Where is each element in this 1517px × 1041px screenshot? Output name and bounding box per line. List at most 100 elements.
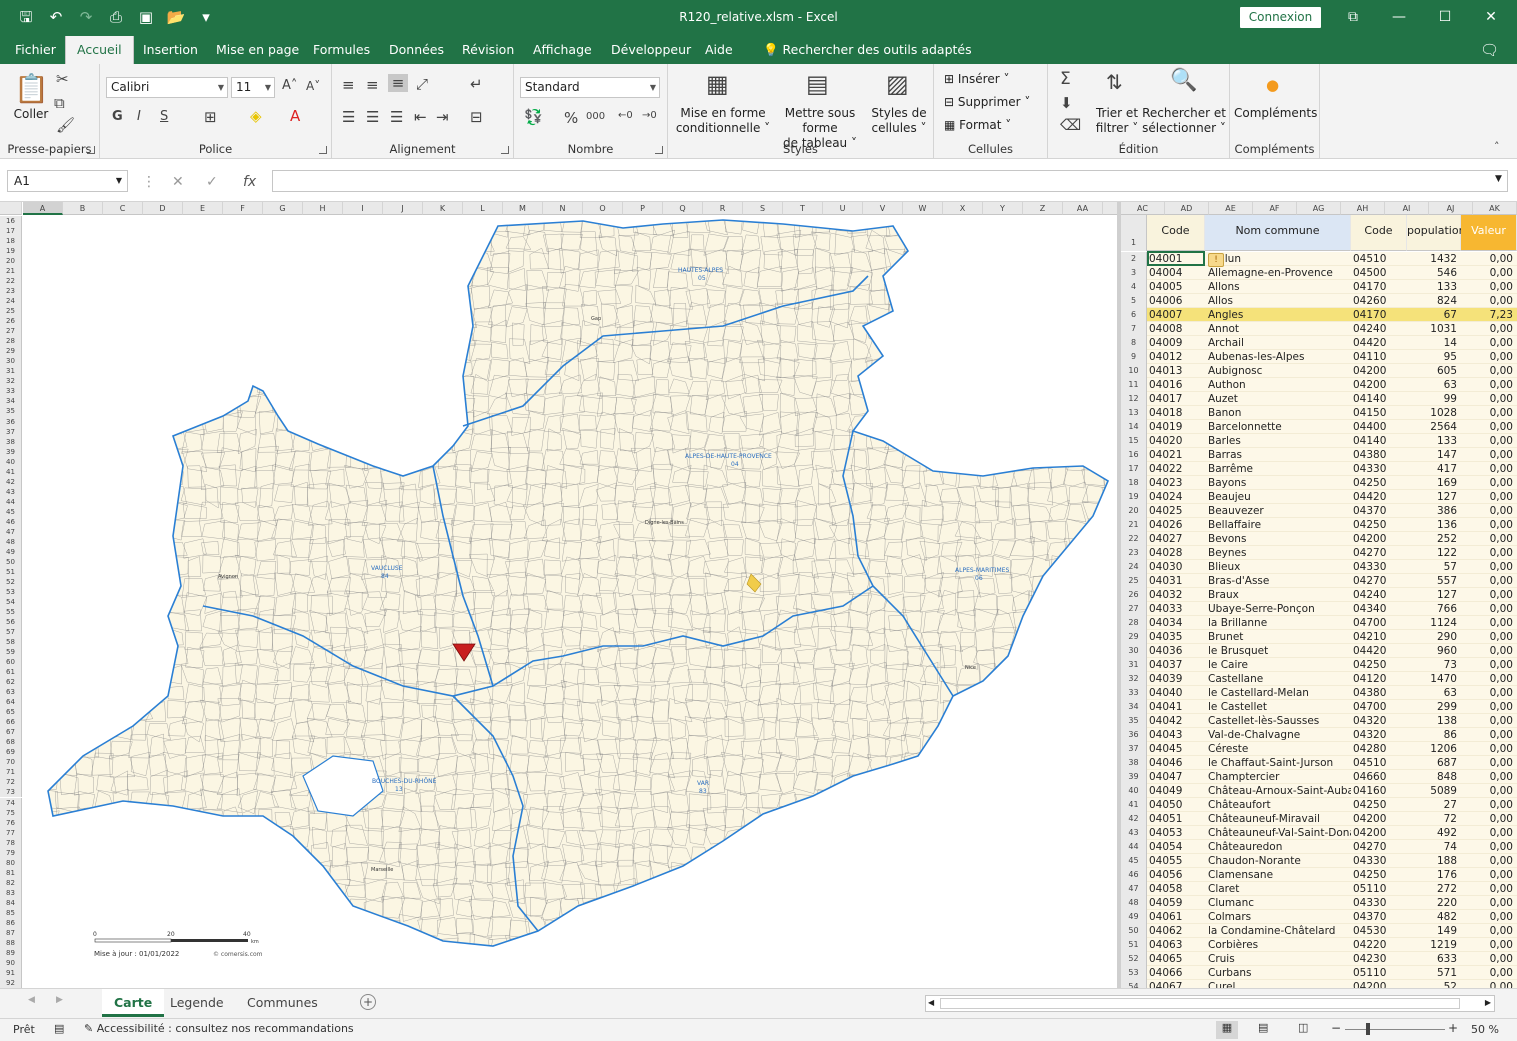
row-number[interactable]: 8 xyxy=(1121,336,1147,350)
print-preview-icon[interactable]: ⎙ xyxy=(104,6,128,28)
cell-code-insee[interactable]: 04055 xyxy=(1149,854,1203,868)
cell-nom-commune[interactable]: Bevons xyxy=(1208,532,1351,546)
table-row[interactable]: 04028 Beynes 04270 122 0,00 xyxy=(1147,546,1517,560)
row-number[interactable]: 37 xyxy=(1121,742,1147,756)
scroll-thumb[interactable] xyxy=(940,998,1460,1009)
align-middle-icon[interactable]: ≡ xyxy=(366,76,379,94)
cell-valeur[interactable]: 0,00 xyxy=(1463,770,1513,784)
scroll-left-icon[interactable]: ◀ xyxy=(928,998,934,1007)
column-header[interactable]: X xyxy=(943,202,983,215)
cell-code-postal[interactable]: 04700 xyxy=(1353,616,1405,630)
cell-code-insee[interactable]: 04023 xyxy=(1149,476,1203,490)
map-chart[interactable]: HAUTES-ALPES 05 ALPES-DE-HAUTE-PROVENCE … xyxy=(23,216,1115,988)
table-row[interactable]: 04022 Barrême 04330 417 0,00 xyxy=(1147,462,1517,476)
row-number[interactable]: 54 xyxy=(1121,980,1147,988)
row-header[interactable]: 22 xyxy=(0,276,22,287)
row-header[interactable]: 46 xyxy=(0,516,22,527)
row-header[interactable]: 66 xyxy=(0,717,22,728)
cell-valeur[interactable]: 0,00 xyxy=(1463,826,1513,840)
row-header[interactable]: 55 xyxy=(0,607,22,618)
header-valeur[interactable]: Valeur xyxy=(1461,215,1517,251)
conditional-format-icon[interactable]: ▦ xyxy=(706,70,729,98)
cell-nom-commune[interactable]: Annot xyxy=(1208,322,1351,336)
row-number[interactable]: 34 xyxy=(1121,700,1147,714)
cell-population[interactable]: 482 xyxy=(1409,910,1457,924)
cell-population[interactable]: 133 xyxy=(1409,280,1457,294)
cell-valeur[interactable]: 0,00 xyxy=(1463,504,1513,518)
cell-code-postal[interactable]: 04200 xyxy=(1353,812,1405,826)
cell-code-postal[interactable]: 04120 xyxy=(1353,672,1405,686)
cell-valeur[interactable]: 0,00 xyxy=(1463,280,1513,294)
cell-code-insee[interactable]: 04008 xyxy=(1149,322,1203,336)
insert-button[interactable]: ⊞ Insérer ˅ xyxy=(944,72,1009,87)
row-number[interactable]: 17 xyxy=(1121,462,1147,476)
cell-code-postal[interactable]: 04140 xyxy=(1353,392,1405,406)
cell-population[interactable]: 74 xyxy=(1409,840,1457,854)
table-row[interactable]: 04013 Aubignosc 04200 605 0,00 xyxy=(1147,364,1517,378)
column-header[interactable]: Q xyxy=(663,202,703,215)
cell-population[interactable]: 299 xyxy=(1409,700,1457,714)
enter-icon[interactable]: ✓ xyxy=(206,174,218,190)
cell-population[interactable]: 824 xyxy=(1409,294,1457,308)
cell-code-insee[interactable]: 04035 xyxy=(1149,630,1203,644)
row-header[interactable]: 34 xyxy=(0,396,22,407)
cell-code-insee[interactable]: 04009 xyxy=(1149,336,1203,350)
row-header[interactable]: 27 xyxy=(0,326,22,337)
sort-filter-button[interactable]: Trier et filtrer ˅ xyxy=(1094,106,1140,136)
cell-code-postal[interactable]: 04700 xyxy=(1353,700,1405,714)
font-size-combo[interactable]: 11 ▼ xyxy=(231,77,275,98)
column-header[interactable]: J xyxy=(383,202,423,215)
table-row[interactable]: 04054 Châteauredon 04270 74 0,00 xyxy=(1147,840,1517,854)
row-header[interactable]: 91 xyxy=(0,967,22,978)
row-number[interactable]: 46 xyxy=(1121,868,1147,882)
column-header[interactable]: H xyxy=(303,202,343,215)
cell-population[interactable]: 220 xyxy=(1409,896,1457,910)
cell-code-insee[interactable]: 04017 xyxy=(1149,392,1203,406)
row-number[interactable]: 3 xyxy=(1121,266,1147,280)
cell-valeur[interactable]: 0,00 xyxy=(1463,378,1513,392)
cell-code-postal[interactable]: 04270 xyxy=(1353,840,1405,854)
cancel-icon[interactable]: ✕ xyxy=(172,174,184,190)
paste-icon[interactable]: 📋 xyxy=(14,72,49,105)
cell-code-insee[interactable]: 04042 xyxy=(1149,714,1203,728)
cell-code-postal[interactable]: 04220 xyxy=(1353,938,1405,952)
cell-nom-commune[interactable]: Barras xyxy=(1208,448,1351,462)
table-row[interactable]: 04031 Bras-d'Asse 04270 557 0,00 xyxy=(1147,574,1517,588)
cell-population[interactable]: 1470 xyxy=(1409,672,1457,686)
header-code-postal[interactable]: Code postal xyxy=(1351,215,1407,269)
cell-nom-commune[interactable]: Aubignosc xyxy=(1208,364,1351,378)
italic-button[interactable]: I xyxy=(137,109,141,124)
cell-styles-button[interactable]: Styles de cellules ˅ xyxy=(868,106,930,136)
select-all-corner[interactable] xyxy=(0,202,22,215)
addins-icon[interactable]: ● xyxy=(1266,76,1279,94)
row-header[interactable]: 60 xyxy=(0,657,22,668)
cell-valeur[interactable]: 0,00 xyxy=(1463,924,1513,938)
table-row[interactable]: 04043 Val-de-Chalvagne 04320 86 0,00 xyxy=(1147,728,1517,742)
cell-valeur[interactable]: 0,00 xyxy=(1463,420,1513,434)
table-row[interactable]: 04053 Châteauneuf-Val-Saint-Donat 04200 492… xyxy=(1147,826,1517,840)
search-icon[interactable]: 🔍 xyxy=(1170,68,1197,93)
underline-button[interactable]: S xyxy=(160,109,168,124)
cell-population[interactable]: 960 xyxy=(1409,644,1457,658)
row-header[interactable]: 20 xyxy=(0,256,22,267)
cell-nom-commune[interactable]: Aubenas-les-Alpes xyxy=(1208,350,1351,364)
cell-population[interactable]: 1219 xyxy=(1409,938,1457,952)
column-header[interactable]: F xyxy=(223,202,263,215)
cell-valeur[interactable]: 0,00 xyxy=(1463,672,1513,686)
zoom-level[interactable]: 50 % xyxy=(1471,1023,1499,1036)
cell-code-postal[interactable]: 04370 xyxy=(1353,910,1405,924)
cell-population[interactable]: 633 xyxy=(1409,952,1457,966)
row-header[interactable]: 70 xyxy=(0,757,22,768)
cell-nom-commune[interactable]: Champtercier xyxy=(1208,770,1351,784)
cell-nom-commune[interactable]: Bayons xyxy=(1208,476,1351,490)
cell-population[interactable]: 136 xyxy=(1409,518,1457,532)
cell-code-postal[interactable]: 04250 xyxy=(1353,798,1405,812)
column-header[interactable]: V xyxy=(863,202,903,215)
zoom-out-icon[interactable]: − xyxy=(1331,1021,1341,1035)
cell-valeur[interactable]: 0,00 xyxy=(1463,896,1513,910)
zoom-in-icon[interactable]: + xyxy=(1448,1021,1458,1035)
cell-valeur[interactable]: 0,00 xyxy=(1463,966,1513,980)
cell-code-postal[interactable]: 04250 xyxy=(1353,868,1405,882)
row-header[interactable]: 73 xyxy=(0,787,22,798)
cell-code-insee[interactable]: 04030 xyxy=(1149,560,1203,574)
